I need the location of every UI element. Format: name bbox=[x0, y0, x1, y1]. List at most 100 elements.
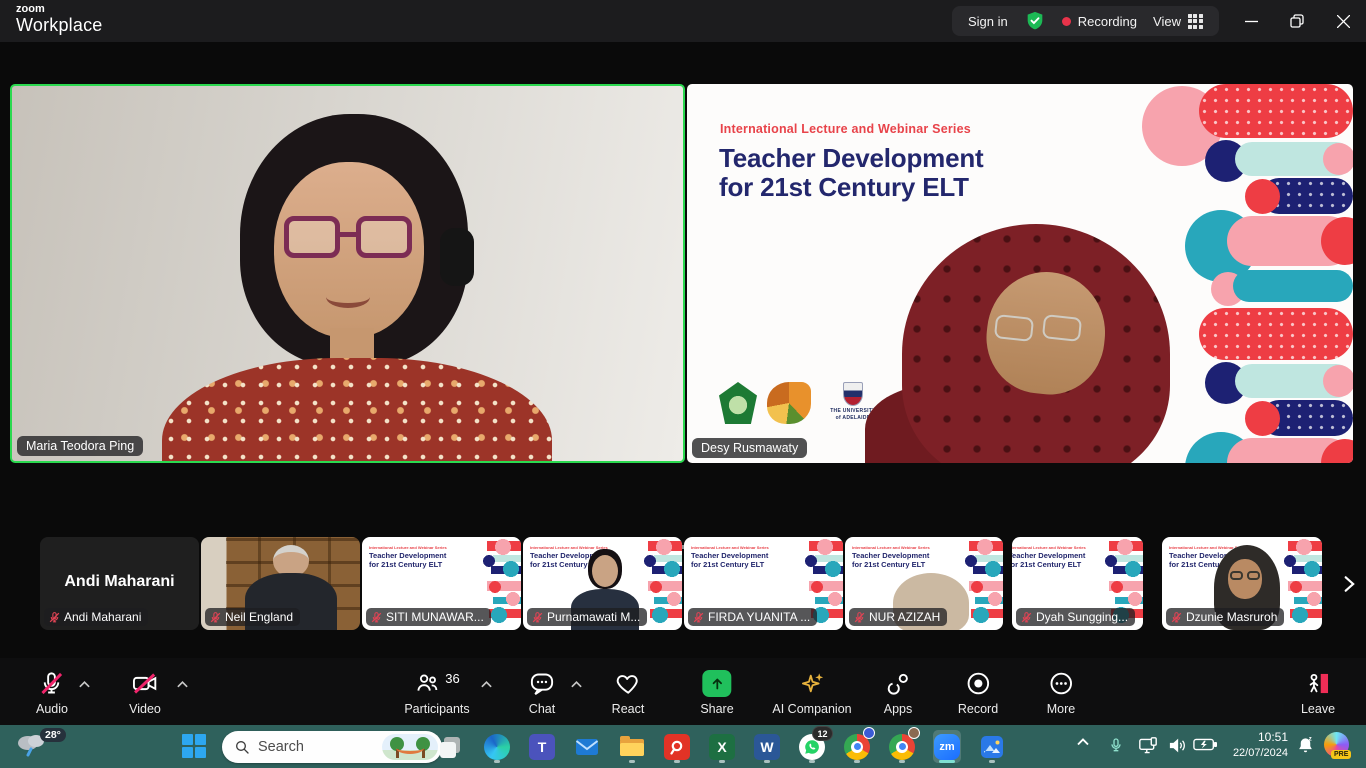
tray-battery-icon[interactable] bbox=[1193, 737, 1217, 752]
thumbnail-dyah[interactable]: International Lecture and Webinar Series… bbox=[1012, 537, 1143, 630]
task-view-icon bbox=[439, 734, 465, 760]
thumbnail-nur[interactable]: International Lecture and Webinar Series… bbox=[845, 537, 1003, 630]
camera-muted-icon bbox=[132, 670, 159, 697]
chrome-profile-avatar bbox=[863, 727, 875, 739]
taskbar-acrobat[interactable] bbox=[663, 730, 691, 763]
search-box[interactable] bbox=[222, 731, 442, 763]
clock-date: 22/07/2024 bbox=[1218, 746, 1288, 760]
tray-mic-icon[interactable] bbox=[1108, 735, 1124, 755]
sign-in-button[interactable]: Sign in bbox=[968, 14, 1008, 29]
taskbar-whatsapp[interactable]: 12 bbox=[798, 730, 826, 763]
task-view-button[interactable] bbox=[438, 730, 466, 763]
react-button[interactable]: React bbox=[612, 670, 645, 716]
more-button[interactable]: More bbox=[1047, 670, 1075, 716]
system-tray bbox=[1060, 725, 1366, 768]
thumbnail-andi[interactable]: Andi Maharani Andi Maharani bbox=[40, 537, 199, 630]
thumbnail-siti[interactable]: International Lecture and Webinar Series… bbox=[362, 537, 521, 630]
apps-button[interactable]: Apps bbox=[884, 670, 913, 716]
participant-name-badge: Purnamawati M... bbox=[527, 608, 647, 626]
zoom-meeting-window: zoom Workplace Sign in Recording View bbox=[0, 0, 1366, 768]
mic-muted-icon bbox=[38, 670, 65, 697]
video-tile-desy[interactable]: International Lecture and Webinar Series… bbox=[687, 84, 1353, 463]
participant-name-badge: Dyah Sungging... bbox=[1016, 608, 1135, 626]
weather-widget[interactable]: 28° bbox=[14, 729, 66, 765]
muted-mic-icon bbox=[209, 611, 222, 624]
zoom-app-icon: zm bbox=[934, 734, 960, 760]
view-button[interactable]: View bbox=[1153, 14, 1203, 29]
taskbar-explorer[interactable] bbox=[618, 730, 646, 763]
minimize-button[interactable] bbox=[1228, 0, 1274, 42]
recording-indicator[interactable]: Recording bbox=[1062, 14, 1137, 29]
security-shield-icon[interactable] bbox=[1024, 10, 1046, 32]
taskbar-excel[interactable]: X bbox=[708, 730, 736, 763]
participants-options-chevron[interactable] bbox=[480, 680, 493, 689]
thumbnail-dzunie[interactable]: International Lecture and Webinar Series… bbox=[1162, 537, 1322, 630]
leave-button[interactable]: Leave bbox=[1301, 670, 1335, 716]
thumbnail-neil[interactable]: Neil England bbox=[201, 537, 360, 630]
meeting-status-bar: Sign in Recording View bbox=[952, 6, 1219, 36]
muted-mic-icon bbox=[48, 611, 61, 624]
video-tile-maria[interactable]: Maria Teodora Ping bbox=[10, 84, 685, 463]
heart-icon bbox=[615, 670, 642, 697]
meeting-toolbar: Audio Video 36 Participants Chat bbox=[0, 658, 1366, 725]
start-button[interactable] bbox=[182, 734, 206, 758]
search-icon bbox=[234, 739, 250, 755]
teams-icon: T bbox=[529, 734, 555, 760]
search-highlight-image[interactable] bbox=[382, 734, 438, 760]
muted-mic-icon bbox=[370, 611, 383, 624]
close-button[interactable] bbox=[1320, 0, 1366, 42]
chat-button[interactable]: Chat bbox=[529, 670, 556, 716]
muted-mic-icon bbox=[1020, 611, 1033, 624]
filmstrip-next-button[interactable] bbox=[1336, 570, 1362, 598]
notification-bell-icon[interactable]: z bbox=[1296, 735, 1315, 756]
tray-volume-icon[interactable] bbox=[1168, 737, 1187, 754]
chrome-profile-avatar bbox=[908, 727, 920, 739]
participants-button[interactable]: 36 Participants bbox=[404, 670, 469, 716]
taskbar-edge[interactable] bbox=[483, 730, 511, 763]
tray-display-icon[interactable] bbox=[1138, 737, 1158, 755]
video-button[interactable]: Video bbox=[129, 670, 161, 716]
recording-label: Recording bbox=[1078, 14, 1137, 29]
chevron-right-icon bbox=[1339, 572, 1359, 596]
photos-icon bbox=[979, 734, 1005, 760]
ai-companion-button[interactable]: AI Companion bbox=[772, 670, 851, 716]
participants-icon bbox=[414, 670, 440, 696]
audio-options-chevron[interactable] bbox=[78, 680, 91, 689]
more-ellipsis-icon bbox=[1047, 670, 1074, 697]
university-logo-icon bbox=[719, 382, 757, 424]
brand-zoom: zoom bbox=[16, 4, 103, 16]
clock-time: 10:51 bbox=[1218, 730, 1288, 746]
participant-display-name: Andi Maharani bbox=[40, 573, 199, 591]
taskbar-zoom[interactable]: zm bbox=[933, 730, 961, 763]
taskbar-photos[interactable] bbox=[978, 730, 1006, 763]
audio-button[interactable]: Audio bbox=[36, 670, 68, 716]
muted-mic-icon bbox=[853, 611, 866, 624]
whatsapp-badge: 12 bbox=[812, 726, 833, 741]
temperature-badge: 28° bbox=[40, 728, 66, 742]
taskbar-clock[interactable]: 10:51 22/07/2024 bbox=[1218, 730, 1288, 760]
video-stage: Maria Teodora Ping bbox=[0, 42, 1366, 534]
muted-mic-icon bbox=[1170, 611, 1183, 624]
share-button[interactable]: Share bbox=[700, 670, 733, 716]
share-screen-icon bbox=[702, 670, 731, 697]
taskbar-chrome-2[interactable] bbox=[888, 730, 916, 763]
record-button[interactable]: Record bbox=[958, 670, 998, 716]
edge-icon bbox=[484, 734, 510, 760]
taskbar-teams[interactable]: T bbox=[528, 730, 556, 763]
muted-mic-icon bbox=[692, 611, 705, 624]
thumbnail-firda[interactable]: International Lecture and Webinar Series… bbox=[684, 537, 843, 630]
apps-icon bbox=[885, 670, 912, 697]
taskbar-chrome-1[interactable] bbox=[843, 730, 871, 763]
chat-options-chevron[interactable] bbox=[570, 680, 583, 689]
chat-bubble-icon bbox=[529, 670, 556, 697]
search-input[interactable] bbox=[258, 739, 382, 755]
copilot-pre-badge: PRE bbox=[1331, 750, 1351, 759]
restore-button[interactable] bbox=[1274, 0, 1320, 42]
thumbnail-purnamawati[interactable]: International Lecture and Webinar Series… bbox=[523, 537, 682, 630]
tray-expand-chevron[interactable] bbox=[1076, 737, 1090, 747]
video-options-chevron[interactable] bbox=[176, 680, 189, 689]
sparkle-icon bbox=[799, 670, 826, 697]
participant-name-badge: Maria Teodora Ping bbox=[17, 436, 143, 456]
taskbar-word[interactable]: W bbox=[753, 730, 781, 763]
taskbar-mail[interactable] bbox=[573, 730, 601, 763]
